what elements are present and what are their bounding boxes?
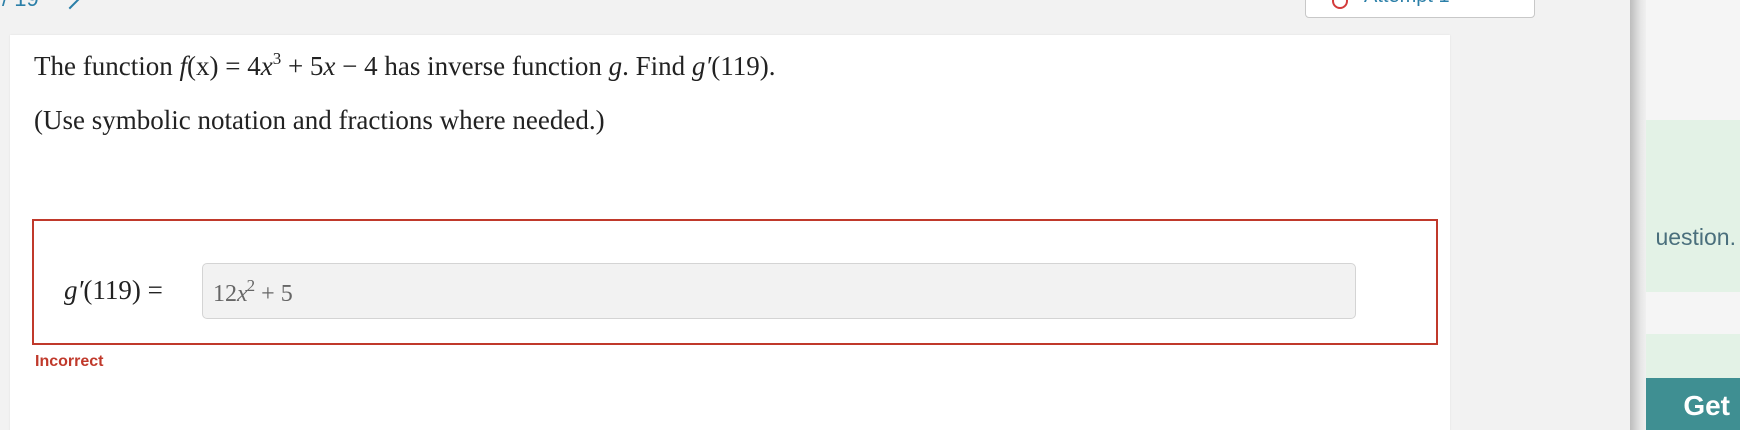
side-message-text: uestion.: [1655, 224, 1736, 250]
answer-label-g: g′: [64, 275, 84, 305]
page: / 19 Attempt 1 The function f(x) = 4x3 +…: [0, 0, 1740, 430]
question-arg: (119).: [711, 51, 776, 81]
answer-label-rest: (119) =: [83, 275, 163, 305]
side-panel: uestion. Get: [1646, 0, 1740, 430]
question-card: The function f(x) = 4x3 + 5x − 4 has inv…: [10, 35, 1450, 430]
question-g: g: [608, 51, 623, 81]
question-counter: / 19: [2, 0, 39, 12]
question-intro: The function: [34, 51, 180, 81]
status-badge: Incorrect: [35, 353, 104, 370]
side-message: uestion.: [1646, 120, 1740, 292]
incorrect-circle-icon: [1332, 0, 1348, 9]
get-button[interactable]: Get: [1646, 378, 1740, 430]
question-x: x: [260, 51, 273, 81]
attempt-indicator[interactable]: Attempt 1: [1305, 0, 1535, 18]
question-text: The function f(x) = 4x3 + 5x − 4 has inv…: [34, 49, 776, 82]
get-button-label: Get: [1683, 390, 1730, 421]
question-gprime: g′: [691, 51, 712, 81]
answer-exponent: 2: [246, 276, 256, 295]
answer-label: g′(119) =: [64, 275, 163, 306]
question-rest: + 5: [281, 51, 324, 81]
question-equals: = 4: [218, 51, 261, 81]
answer-area: g′(119) = 12x2 + 5: [32, 219, 1438, 345]
side-highlight: [1646, 334, 1740, 378]
question-f: f: [179, 51, 187, 81]
question-paren-x: (x): [186, 51, 219, 81]
question-exponent: 3: [272, 49, 282, 68]
instructions-text: (Use symbolic notation and fractions whe…: [34, 105, 605, 135]
question-tail: − 4 has inverse function: [335, 51, 609, 81]
question-x2: x: [323, 51, 336, 81]
answer-coef: 12: [213, 281, 237, 307]
answer-input[interactable]: 12x2 + 5: [202, 263, 1356, 319]
answer-value: 12x2 + 5: [213, 276, 293, 308]
answer-tail: + 5: [255, 281, 293, 307]
chevron-right-icon[interactable]: [58, 0, 82, 10]
attempt-label: Attempt 1: [1364, 0, 1450, 8]
question-find: . Find: [622, 51, 692, 81]
